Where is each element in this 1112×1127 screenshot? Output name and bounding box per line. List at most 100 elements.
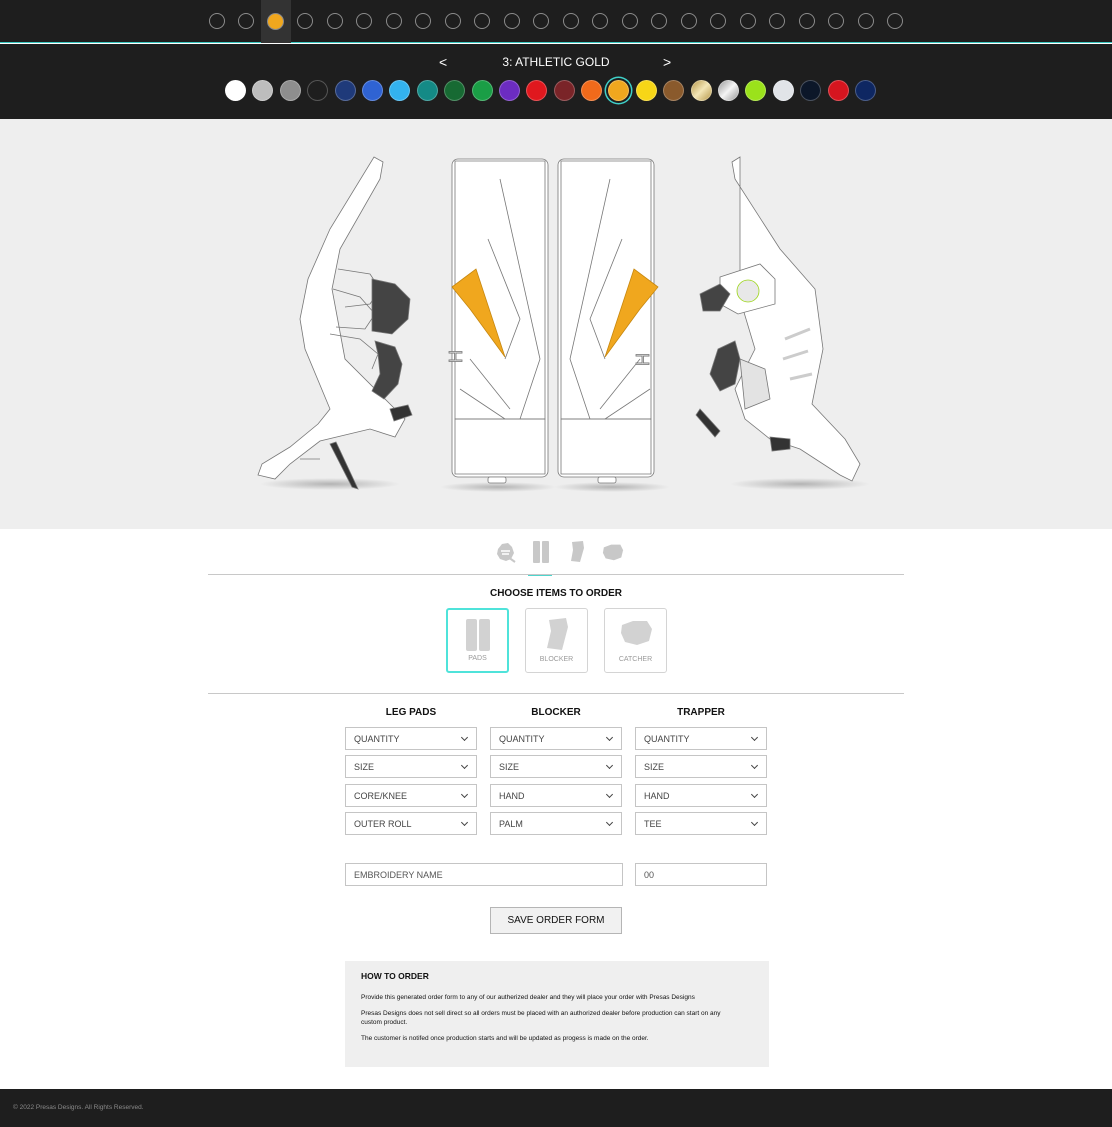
step-10[interactable] xyxy=(468,0,498,43)
color-swatch-midnight-navy[interactable] xyxy=(800,80,822,101)
catcher-item-card[interactable]: CATCHER xyxy=(604,608,667,673)
save-order-form-button[interactable]: SAVE ORDER FORM xyxy=(490,907,622,934)
color-swatch-sky-blue[interactable] xyxy=(389,80,411,101)
blocker-item-card[interactable]: BLOCKER xyxy=(525,608,588,673)
blocker-palm-select[interactable]: PALM xyxy=(490,812,622,835)
color-swatch-kelly-green[interactable] xyxy=(471,80,493,101)
step-circle-icon xyxy=(828,13,845,29)
step-19[interactable] xyxy=(733,0,763,43)
trapper-size-select[interactable]: SIZE xyxy=(635,755,767,778)
item-cards: PADS BLOCKER CATCHER xyxy=(446,608,667,673)
color-swatch-teal[interactable] xyxy=(416,80,438,101)
color-swatch-dark-navy[interactable] xyxy=(854,80,876,101)
color-swatch-black[interactable] xyxy=(307,80,329,101)
step-17[interactable] xyxy=(674,0,704,43)
step-circle-icon xyxy=(267,12,285,30)
step-2[interactable] xyxy=(232,0,262,43)
step-14[interactable] xyxy=(586,0,616,43)
footer: © 2022 Presas Designs. All Rights Reserv… xyxy=(0,1089,1112,1127)
step-circle-icon xyxy=(651,13,668,29)
trapper-tee-select[interactable]: TEE xyxy=(635,812,767,835)
color-swatch-metallic-gold[interactable] xyxy=(690,80,712,101)
step-circle-icon xyxy=(326,13,343,29)
step-22[interactable] xyxy=(822,0,852,43)
left-pad-shadow xyxy=(440,482,556,492)
step-20[interactable] xyxy=(763,0,793,43)
side-pad-right xyxy=(695,156,861,482)
mask-view-tab[interactable] xyxy=(494,538,516,566)
step-4[interactable] xyxy=(291,0,321,43)
leg-pads-core-knee-select[interactable]: CORE/KNEE xyxy=(345,784,477,807)
step-15[interactable] xyxy=(615,0,645,43)
color-swatch-lime[interactable] xyxy=(745,80,767,101)
color-swatch-metallic-silver[interactable] xyxy=(718,80,740,101)
color-swatch-dark-green[interactable] xyxy=(444,80,466,101)
trapper-quantity-select[interactable]: QUANTITY xyxy=(635,727,767,750)
color-swatch-navy-royal[interactable] xyxy=(334,80,356,101)
step-13[interactable] xyxy=(556,0,586,43)
step-3[interactable] xyxy=(261,0,291,43)
pads-view-tab[interactable] xyxy=(530,538,552,566)
next-color-button[interactable]: > xyxy=(663,54,671,70)
previous-color-button[interactable]: < xyxy=(439,54,447,70)
step-circle-icon xyxy=(503,13,520,29)
blocker-hand-select[interactable]: HAND xyxy=(490,784,622,807)
jersey-number-input[interactable]: 00 xyxy=(635,863,767,886)
step-5[interactable] xyxy=(320,0,350,43)
how-to-order-title: HOW TO ORDER xyxy=(361,971,429,981)
step-circle-icon xyxy=(385,13,402,29)
blocker-view-tab[interactable] xyxy=(566,538,588,566)
color-swatch-brown[interactable] xyxy=(663,80,685,101)
choose-items-title: CHOOSE ITEMS TO ORDER xyxy=(489,588,623,599)
how-to-order-paragraph: Provide this generated order form to any… xyxy=(361,994,695,1001)
step-circle-icon xyxy=(474,13,491,29)
step-16[interactable] xyxy=(645,0,675,43)
color-swatch-red[interactable] xyxy=(526,80,548,101)
view-tabs xyxy=(494,538,624,566)
step-circle-icon xyxy=(208,13,225,29)
step-7[interactable] xyxy=(379,0,409,43)
pads-item-card[interactable]: PADS xyxy=(446,608,509,673)
color-swatch-grey[interactable] xyxy=(279,80,301,101)
step-23[interactable] xyxy=(851,0,881,43)
color-swatch-pearl[interactable] xyxy=(772,80,794,101)
color-swatch-maroon[interactable] xyxy=(553,80,575,101)
step-12[interactable] xyxy=(527,0,557,43)
step-8[interactable] xyxy=(409,0,439,43)
gear-illustration: H H xyxy=(257,156,870,492)
color-swatch-white[interactable] xyxy=(225,80,246,101)
catcher-view-tab[interactable] xyxy=(602,538,624,566)
step-1[interactable] xyxy=(202,0,232,43)
step-21[interactable] xyxy=(792,0,822,43)
catcher-item-label: CATCHER xyxy=(618,656,653,663)
side-pad-left xyxy=(257,156,413,490)
color-swatch-purple[interactable] xyxy=(498,80,520,101)
pads-item-label: PADS xyxy=(468,655,487,662)
trapper-hand-select[interactable]: HAND xyxy=(635,784,767,807)
leg-pads-size-select[interactable]: SIZE xyxy=(345,755,477,778)
embroidery-name-input[interactable]: EMBROIDERY NAME xyxy=(345,863,623,886)
step-circle-icon xyxy=(238,13,255,29)
blocker-quantity-select[interactable]: QUANTITY xyxy=(490,727,622,750)
pads-icon xyxy=(533,541,549,563)
leg-pads-quantity-select[interactable]: QUANTITY xyxy=(345,727,477,750)
color-swatch-scarlet[interactable] xyxy=(827,80,849,101)
step-circle-icon xyxy=(887,13,904,29)
step-11[interactable] xyxy=(497,0,527,43)
color-swatch-athletic-gold[interactable] xyxy=(608,80,630,101)
step-circle-icon xyxy=(562,13,579,29)
step-circle-icon xyxy=(710,13,727,29)
color-swatch-silver-light[interactable] xyxy=(252,80,274,101)
color-swatch-orange[interactable] xyxy=(581,80,603,101)
step-9[interactable] xyxy=(438,0,468,43)
color-swatch-royal-blue[interactable] xyxy=(361,80,383,101)
leg-pads-outer-roll-select[interactable]: OUTER ROLL xyxy=(345,812,477,835)
color-swatch-yellow[interactable] xyxy=(635,80,657,101)
right-pad-shadow xyxy=(554,482,670,492)
blocker-size-select[interactable]: SIZE xyxy=(490,755,622,778)
step-circle-icon xyxy=(592,13,609,29)
step-6[interactable] xyxy=(350,0,380,43)
step-18[interactable] xyxy=(704,0,734,43)
copyright-text: © 2022 Presas Designs. All Rights Reserv… xyxy=(13,1104,144,1111)
step-24[interactable] xyxy=(881,0,911,43)
